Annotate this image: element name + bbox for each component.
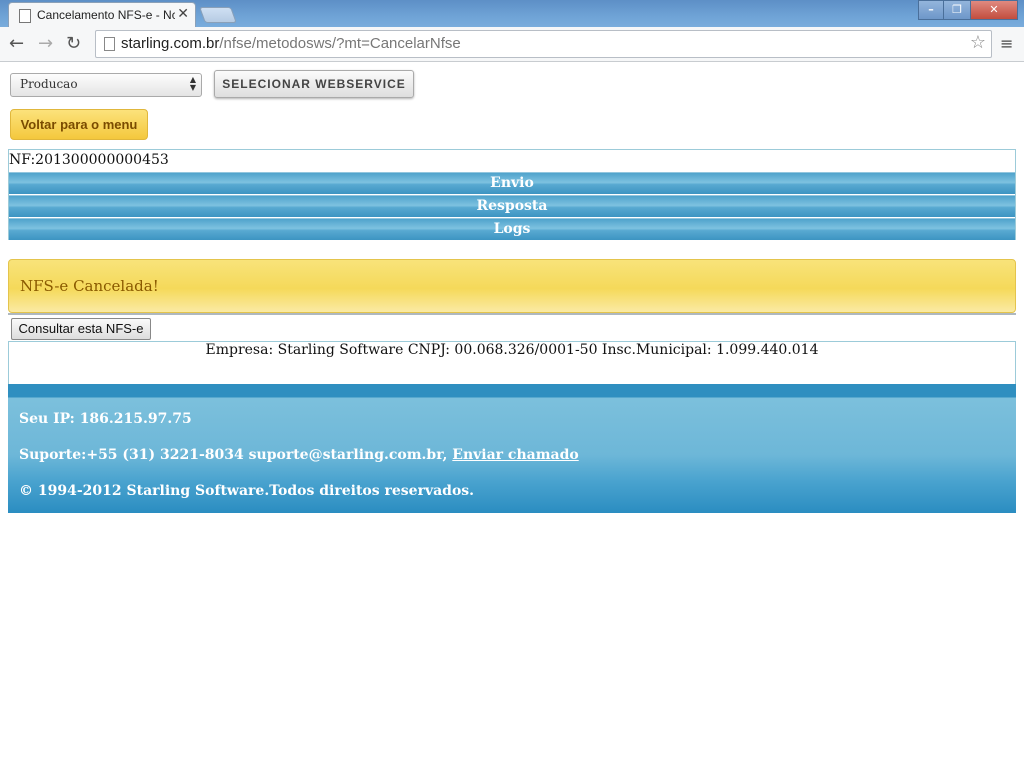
window-close-icon[interactable]: ✕ [970,0,1018,20]
divider [8,313,1016,315]
consult-nfse-button[interactable]: Consultar esta NFS-e [11,318,151,340]
bookmark-star-icon[interactable]: ☆ [970,32,986,53]
tab-title: Cancelamento NFS-e - Nc [37,8,175,22]
footer: Seu IP: 186.215.97.75 Suporte:+55 (31) 3… [8,384,1016,513]
company-info: Empresa: Starling Software CNPJ: 00.068.… [8,341,1016,385]
back-to-menu-button[interactable]: Voltar para o menu [10,109,148,140]
browser-toolbar: ← → ↻ starling.com.br/nfse/metodosws/?mt… [0,27,1024,62]
status-alert: NFS-e Cancelada! [8,259,1016,313]
nf-number: NF:201300000000453 [9,152,169,168]
environment-select[interactable]: Producao ▲ ▼ [10,73,202,97]
forward-arrow-icon[interactable]: → [38,33,53,54]
browser-titlebar: Cancelamento NFS-e - Nc ✕ – ❐ ✕ [0,0,1024,28]
url-text[interactable]: starling.com.br/nfse/metodosws/?mt=Cance… [121,35,461,52]
support-text: Suporte:+55 (31) 3221-8034 suporte@starl… [19,447,579,463]
select-webservice-button[interactable]: SELECIONAR WEBSERVICE [214,70,414,98]
reload-icon[interactable]: ↻ [66,33,81,54]
back-arrow-icon[interactable]: ← [9,33,24,54]
select-arrows-icon: ▲ ▼ [189,75,196,92]
alert-message: NFS-e Cancelada! [20,277,159,295]
section-logs[interactable]: Logs [9,218,1015,240]
ip-text: Seu IP: 186.215.97.75 [19,411,192,427]
minimize-icon[interactable]: – [918,0,944,20]
close-tab-icon[interactable]: ✕ [177,6,189,22]
section-resposta[interactable]: Resposta [9,195,1015,217]
browser-tab[interactable]: Cancelamento NFS-e - Nc ✕ [8,2,196,28]
page-icon [19,9,31,23]
nf-panel: NF:201300000000453 Envio Resposta Logs [8,149,1016,240]
menu-icon[interactable]: ≡ [1000,34,1013,53]
new-tab-button[interactable] [199,7,237,23]
section-envio[interactable]: Envio [9,172,1015,194]
send-ticket-link[interactable]: Enviar chamado [452,447,578,463]
copyright-text: © 1994-2012 Starling Software.Todos dire… [19,483,475,499]
page-icon [104,37,115,51]
address-bar[interactable]: starling.com.br/nfse/metodosws/?mt=Cance… [95,30,992,58]
maximize-icon[interactable]: ❐ [943,0,971,20]
